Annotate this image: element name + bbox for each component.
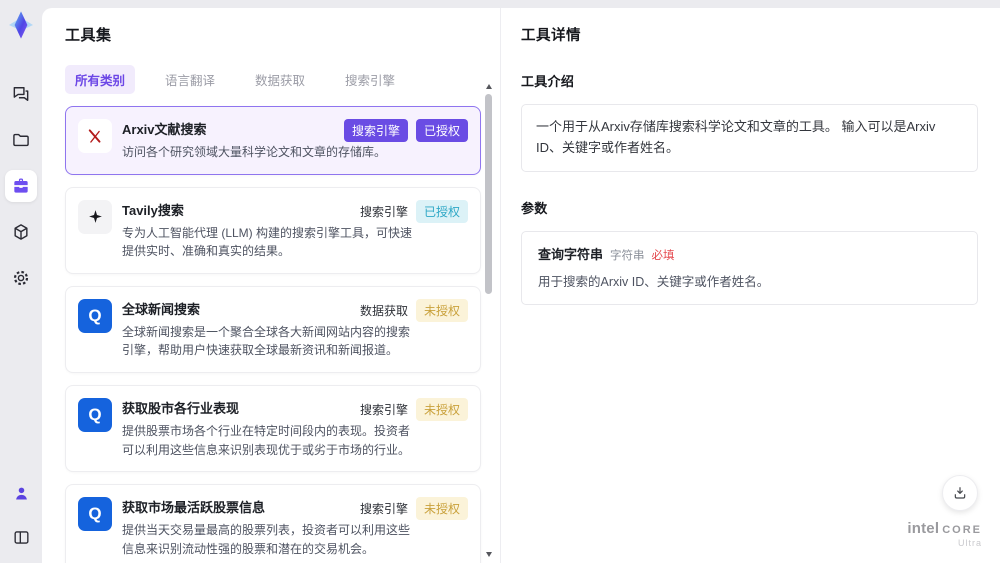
tool-card-tavily[interactable]: Tavily搜索 专为人工智能代理 (LLM) 构建的搜索引擎工具，可快速提供实…: [65, 186, 481, 274]
category-label: 搜索引擎: [359, 402, 408, 417]
auth-status-badge: 已授权: [415, 119, 468, 142]
sidebar-item-files[interactable]: [5, 124, 37, 156]
tool-intro-box: 一个用于从Arxiv存储库搜索科学论文和文章的工具。 输入可以是Arxiv ID…: [521, 104, 978, 172]
auth-status-badge: 已授权: [415, 199, 468, 223]
param-required-label: 必填: [651, 249, 675, 262]
gear-icon: [13, 270, 29, 286]
package-icon: [14, 224, 28, 240]
scroll-down-arrow-icon[interactable]: [486, 552, 492, 557]
tool-card-active-stocks[interactable]: Q 获取市场最活跃股票信息 提供当天交易量最高的股票列表，投资者可以利用这些信息…: [65, 484, 481, 563]
q-blue-logo-icon: Q: [78, 397, 112, 432]
chat-icon: [13, 87, 29, 101]
param-description: 用于搜索的Arxiv ID、关键字或作者姓名。: [538, 274, 770, 289]
tab-data-fetch[interactable]: 数据获取: [245, 65, 315, 94]
tool-description: 全球新闻搜索是一个聚合全球各大新闻网站内容的搜索引擎，帮助用户快速获取全球最新资…: [122, 324, 411, 358]
toolbox-icon: [14, 178, 28, 193]
auth-status-badge: 未授权: [415, 298, 468, 322]
user-icon: [15, 487, 27, 499]
tab-all-categories[interactable]: 所有类别: [65, 65, 136, 94]
tool-card-global-news[interactable]: Q 全球新闻搜索 全球新闻搜索是一个聚合全球各大新闻网站内容的搜索引擎，帮助用户…: [65, 285, 481, 373]
tool-description: 提供当天交易量最高的股票列表，投资者可以利用这些信息来识别流动性强的股票和潜在的…: [122, 523, 411, 556]
q-blue-logo-icon: Q: [78, 298, 112, 333]
tool-description: 访问各个研究领域大量科学论文和文章的存储库。: [122, 145, 387, 159]
param-name: 查询字符串: [538, 246, 604, 262]
arxiv-logo-icon: [78, 119, 112, 153]
auth-status-badge: 未授权: [415, 497, 468, 521]
sidebar-item-account[interactable]: [5, 477, 37, 509]
sidebar-item-tools[interactable]: [5, 170, 37, 202]
tab-search-engine[interactable]: 搜索引擎: [335, 65, 405, 94]
intel-core-logo: intel CORE Ultra: [907, 519, 982, 549]
page-title: 工具集: [65, 27, 112, 44]
sidebar-item-collapse[interactable]: [5, 521, 37, 553]
sidebar-item-packages[interactable]: [5, 216, 37, 248]
panel-icon: [13, 530, 29, 544]
download-icon: [954, 487, 966, 499]
list-scrollbar[interactable]: [484, 82, 494, 559]
sidebar-item-settings[interactable]: [5, 262, 37, 294]
sidebar: [0, 0, 42, 563]
tool-card-list: Arxiv文献搜索 访问各个研究领域大量科学论文和文章的存储库。 搜索引擎 已授…: [65, 106, 481, 563]
tool-description: 专为人工智能代理 (LLM) 构建的搜索引擎工具，可快速提供实时、准确和真实的结…: [122, 225, 413, 259]
category-label: 搜索引擎: [359, 502, 408, 517]
param-item: 查询字符串 字符串 必填 用于搜索的Arxiv ID、关键字或作者姓名。: [521, 230, 978, 305]
sidebar-item-chat[interactable]: [5, 78, 37, 110]
category-label: 搜索引擎: [359, 204, 408, 219]
q-blue-logo-icon: Q: [78, 497, 112, 532]
category-label: 数据获取: [359, 303, 408, 318]
category-tabs: 所有类别 语言翻译 数据获取 搜索引擎: [65, 65, 500, 94]
intel-wordmark: intel: [907, 519, 940, 537]
tool-description: 提供股票市场各个行业在特定时间段内的表现。投资者可以利用这些信息来识别表现优于或…: [122, 423, 411, 457]
tab-language-translation[interactable]: 语言翻译: [155, 65, 225, 94]
sparkle-logo-icon: [78, 199, 112, 234]
folder-icon: [13, 133, 29, 147]
param-type: 字符串: [610, 249, 645, 262]
tier-wordmark: Ultra: [957, 538, 982, 549]
tool-card-sector-performance[interactable]: Q 获取股市各行业表现 提供股票市场各个行业在特定时间段内的表现。投资者可以利用…: [65, 384, 481, 473]
scroll-up-arrow-icon[interactable]: [486, 84, 492, 89]
tool-card-arxiv[interactable]: Arxiv文献搜索 访问各个研究领域大量科学论文和文章的存储库。 搜索引擎 已授…: [65, 106, 481, 175]
logo-diamond-icon: [9, 11, 33, 39]
scrollbar-thumb[interactable]: [485, 94, 492, 294]
params-heading: 参数: [521, 200, 548, 216]
auth-status-badge: 未授权: [415, 397, 468, 421]
app-window: 工具集 所有类别 语言翻译 数据获取 搜索引擎 Arxiv文献搜索 访问各个研究…: [0, 0, 1000, 563]
app-logo: [4, 8, 38, 42]
intro-heading: 工具介绍: [521, 74, 575, 89]
download-button[interactable]: [942, 475, 978, 511]
tool-list-pane: 工具集 所有类别 语言翻译 数据获取 搜索引擎 Arxiv文献搜索 访问各个研究…: [42, 8, 500, 563]
category-badge: 搜索引擎: [343, 119, 408, 142]
core-wordmark: CORE: [942, 523, 982, 536]
tool-detail-pane: 工具详情 工具介绍 一个用于从Arxiv存储库搜索科学论文和文章的工具。 输入可…: [500, 8, 1000, 563]
main-surface: 工具集 所有类别 语言翻译 数据获取 搜索引擎 Arxiv文献搜索 访问各个研究…: [42, 8, 1000, 563]
detail-title: 工具详情: [521, 28, 581, 44]
